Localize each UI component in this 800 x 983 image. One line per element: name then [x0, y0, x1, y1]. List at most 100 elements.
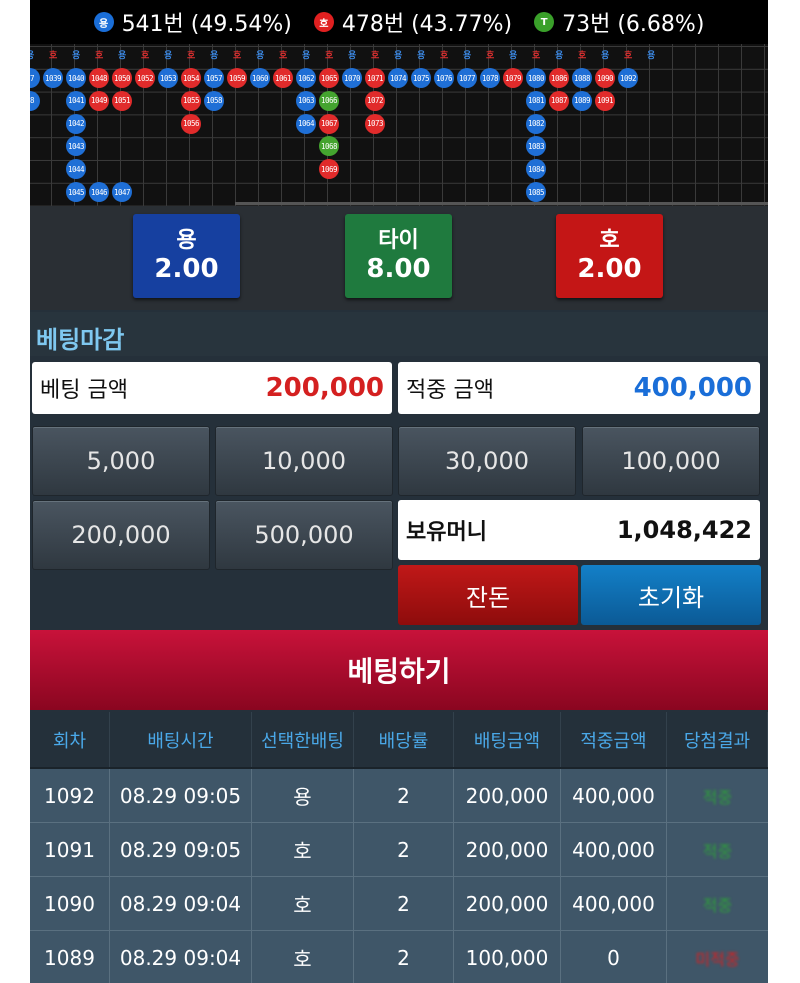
- road-cell: 1051: [112, 90, 132, 111]
- bet-history-table: 회차 배팅시간 선택한배팅 배당률 배팅금액 적중금액 당첨결과 1092 08…: [30, 712, 768, 983]
- chip-200000-button[interactable]: 200,000: [32, 500, 210, 570]
- road-cell: 1092: [618, 68, 638, 88]
- chip-500000-button[interactable]: 500,000: [215, 500, 393, 570]
- cell-bet-amount: 200,000: [454, 823, 561, 876]
- bet-amount-box: 베팅 금액 200,000: [32, 362, 392, 414]
- cell-win-amount: 400,000: [561, 823, 667, 876]
- road-cell: 1085: [526, 182, 546, 202]
- tiger-bet-button[interactable]: 호 2.00: [556, 214, 663, 298]
- result-text: 미적중: [695, 949, 740, 969]
- road-cell: 1081: [526, 90, 546, 111]
- board-header-mark: 용: [302, 51, 311, 61]
- road-cell: 1061: [273, 68, 293, 88]
- cell-bet-amount: 200,000: [454, 877, 561, 930]
- board-header-mark: 용: [417, 51, 426, 61]
- tie-bet-button[interactable]: 타이 8.00: [345, 214, 452, 298]
- change-button[interactable]: 잔돈: [398, 565, 578, 625]
- dragon-odds: 2.00: [154, 254, 219, 284]
- road-cell: 1091: [595, 90, 615, 111]
- board-header-mark: 호: [371, 51, 380, 61]
- board-header-mark: 용: [210, 51, 219, 61]
- cell-odds: 2: [354, 769, 454, 822]
- board-header-mark: 호: [440, 51, 449, 61]
- chip-5000-button[interactable]: 5,000: [32, 426, 210, 496]
- reset-button[interactable]: 초기화: [581, 565, 761, 625]
- road-cell: 1072: [365, 90, 385, 111]
- stat-tiger: 호 478번 (43.77%): [313, 6, 513, 38]
- cell-odds: 2: [354, 931, 454, 983]
- road-cell: 1055: [181, 90, 201, 111]
- board-header-mark: 호: [233, 51, 242, 61]
- chip-100000-button[interactable]: 100,000: [582, 426, 760, 496]
- app-root: 용 541번 (49.54%) 호 478번 (43.77%) T 73번 (6…: [30, 0, 768, 983]
- place-bet-button[interactable]: 베팅하기: [30, 630, 768, 710]
- road-cell: 1044: [66, 159, 86, 180]
- table-row: 1091 08.29 09:05 호 2 200,000 400,000 적중: [30, 823, 768, 877]
- cell-odds: 2: [354, 823, 454, 876]
- road-cell: 1076: [434, 68, 454, 88]
- road-cell: 1048: [89, 68, 109, 88]
- board-header-mark: 용: [348, 51, 357, 61]
- tie-odds: 8.00: [366, 254, 431, 284]
- col-odds: 배당률: [354, 712, 454, 767]
- road-cell: 1067: [319, 113, 339, 134]
- board-header-mark: 호: [279, 51, 288, 61]
- road-cell: 1069: [319, 159, 339, 180]
- road-cell: 1047: [112, 182, 132, 202]
- road-cell: 1071: [365, 68, 385, 88]
- board-header-mark: 용: [647, 51, 656, 61]
- road-cell: 1041: [66, 90, 86, 111]
- road-cell: 1059: [227, 68, 247, 88]
- board-header-mark: 호: [187, 51, 196, 61]
- stats-bar: 용 541번 (49.54%) 호 478번 (43.77%) T 73번 (6…: [30, 0, 768, 44]
- road-cell: 1052: [135, 68, 155, 88]
- cell-odds: 2: [354, 877, 454, 930]
- board-header-mark: 호: [486, 51, 495, 61]
- cell-result: 적중: [667, 823, 768, 876]
- road-cell: 1053: [158, 68, 178, 88]
- bet-amount-label: 베팅 금액: [40, 378, 128, 403]
- cell-win-amount: 400,000: [561, 877, 667, 930]
- cell-time: 08.29 09:04: [110, 877, 252, 930]
- board-header-mark: 용: [164, 51, 173, 61]
- table-header: 회차 배팅시간 선택한배팅 배당률 배팅금액 적중금액 당첨결과: [30, 712, 768, 769]
- road-cell: 1056: [181, 113, 201, 134]
- board-header-mark: 호: [325, 51, 334, 61]
- road-cell: 1070: [342, 68, 362, 88]
- betting-status: 베팅마감: [30, 312, 768, 356]
- win-amount-box: 적중 금액 400,000: [398, 362, 760, 414]
- road-cell: 1064: [296, 113, 316, 134]
- stat-tie: T 73번 (6.68%): [534, 6, 704, 38]
- cell-bet-amount: 200,000: [454, 769, 561, 822]
- board-header-mark: 용: [118, 51, 127, 61]
- win-amount-value: 400,000: [633, 373, 752, 403]
- board-header-mark: 호: [532, 51, 541, 61]
- dragon-bet-button[interactable]: 용 2.00: [133, 214, 240, 298]
- road-cell: 37: [30, 68, 40, 88]
- road-cell: 1063: [296, 90, 316, 111]
- col-selection: 선택한배팅: [252, 712, 354, 767]
- cell-time: 08.29 09:05: [110, 769, 252, 822]
- balance-box: 보유머니 1,048,422: [398, 500, 760, 560]
- col-result: 당첨결과: [667, 712, 768, 767]
- cell-result: 적중: [667, 877, 768, 930]
- road-cell: 38: [30, 90, 40, 111]
- chip-10000-button[interactable]: 10,000: [215, 426, 393, 496]
- tiger-odds: 2.00: [577, 254, 642, 284]
- chip-30000-button[interactable]: 30,000: [398, 426, 576, 496]
- cell-bet-amount: 100,000: [454, 931, 561, 983]
- cell-result: 미적중: [667, 931, 768, 983]
- board-header-mark: 용: [509, 51, 518, 61]
- dragon-label: 용: [176, 228, 197, 253]
- board-header-mark: 호: [95, 51, 104, 61]
- road-cell: 1089: [572, 90, 592, 111]
- road-cell: 1082: [526, 113, 546, 134]
- cell-round: 1089: [30, 931, 110, 983]
- road-cell: 1077: [457, 68, 477, 88]
- board-divider: [235, 202, 768, 205]
- road-cell: 1090: [595, 68, 615, 88]
- board-header-mark: 용: [394, 51, 403, 61]
- road-cell: 1054: [181, 68, 201, 88]
- cell-selection: 용: [252, 769, 354, 822]
- stat-tiger-text: 478번 (43.77%): [341, 12, 513, 37]
